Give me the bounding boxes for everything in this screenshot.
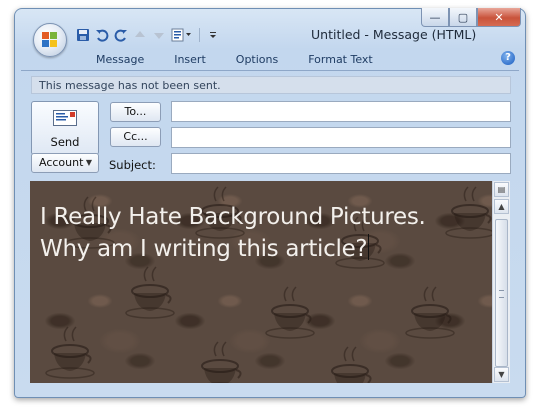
body-line-2: Why am I writing this article? xyxy=(40,236,368,262)
scroll-grip-icon xyxy=(499,290,504,298)
scrollbar-thumb[interactable] xyxy=(495,219,508,367)
undo-icon[interactable] xyxy=(94,27,110,43)
send-label: Send xyxy=(50,135,80,149)
ruler-toggle-icon[interactable]: ▤ xyxy=(494,182,509,197)
redo-icon[interactable] xyxy=(113,27,129,43)
tab-options[interactable]: Options xyxy=(221,51,293,69)
body-line-1: I Really Hate Background Pictures. xyxy=(40,204,426,230)
subject-field[interactable] xyxy=(171,153,511,174)
tab-insert[interactable]: Insert xyxy=(159,51,221,69)
body-text: I Really Hate Background Pictures. Why a… xyxy=(40,201,426,265)
maximize-button[interactable]: ▢ xyxy=(449,8,477,27)
format-dropdown-icon[interactable] xyxy=(170,27,194,43)
subject-label: Subject: xyxy=(109,158,156,172)
ribbon-tabs: Message Insert Options Format Text xyxy=(81,51,388,69)
tab-message[interactable]: Message xyxy=(81,51,159,69)
chevron-down-icon: ▼ xyxy=(85,158,92,167)
window-controls: — ▢ ✕ xyxy=(421,8,521,27)
office-button[interactable] xyxy=(33,23,67,57)
to-field[interactable] xyxy=(171,101,511,122)
save-icon[interactable] xyxy=(75,27,91,43)
next-item-icon[interactable] xyxy=(151,27,167,43)
help-icon[interactable]: ? xyxy=(501,51,515,65)
text-cursor xyxy=(368,234,370,260)
toolbar-separator xyxy=(199,28,200,42)
window-title: Untitled - Message (HTML) xyxy=(311,27,477,42)
cc-button[interactable]: Cc... xyxy=(110,127,161,147)
close-button[interactable]: ✕ xyxy=(477,8,521,27)
cc-field[interactable] xyxy=(171,127,511,148)
scroll-up-button[interactable]: ▲ xyxy=(494,199,509,214)
message-body[interactable]: I Really Hate Background Pictures. Why a… xyxy=(30,181,510,383)
vertical-scrollbar[interactable]: ▤ ▲ ▼ xyxy=(492,181,510,383)
account-label: Account xyxy=(39,156,84,169)
send-envelope-icon xyxy=(53,110,77,126)
tab-format-text[interactable]: Format Text xyxy=(293,51,388,69)
previous-item-icon[interactable] xyxy=(132,27,148,43)
office-logo-icon xyxy=(42,32,58,48)
to-button[interactable]: To... xyxy=(110,102,161,122)
account-button[interactable]: Account ▼ xyxy=(31,153,99,173)
ribbon-divider xyxy=(21,70,519,71)
scroll-down-button[interactable]: ▼ xyxy=(494,367,509,382)
info-bar: This message has not been sent. xyxy=(31,76,511,94)
message-window: Untitled - Message (HTML) — ▢ ✕ Message … xyxy=(14,8,526,398)
minimize-button[interactable]: — xyxy=(421,8,449,27)
send-button[interactable]: Send xyxy=(31,101,99,155)
customize-icon[interactable] xyxy=(205,27,221,43)
quick-access-toolbar xyxy=(75,25,221,45)
